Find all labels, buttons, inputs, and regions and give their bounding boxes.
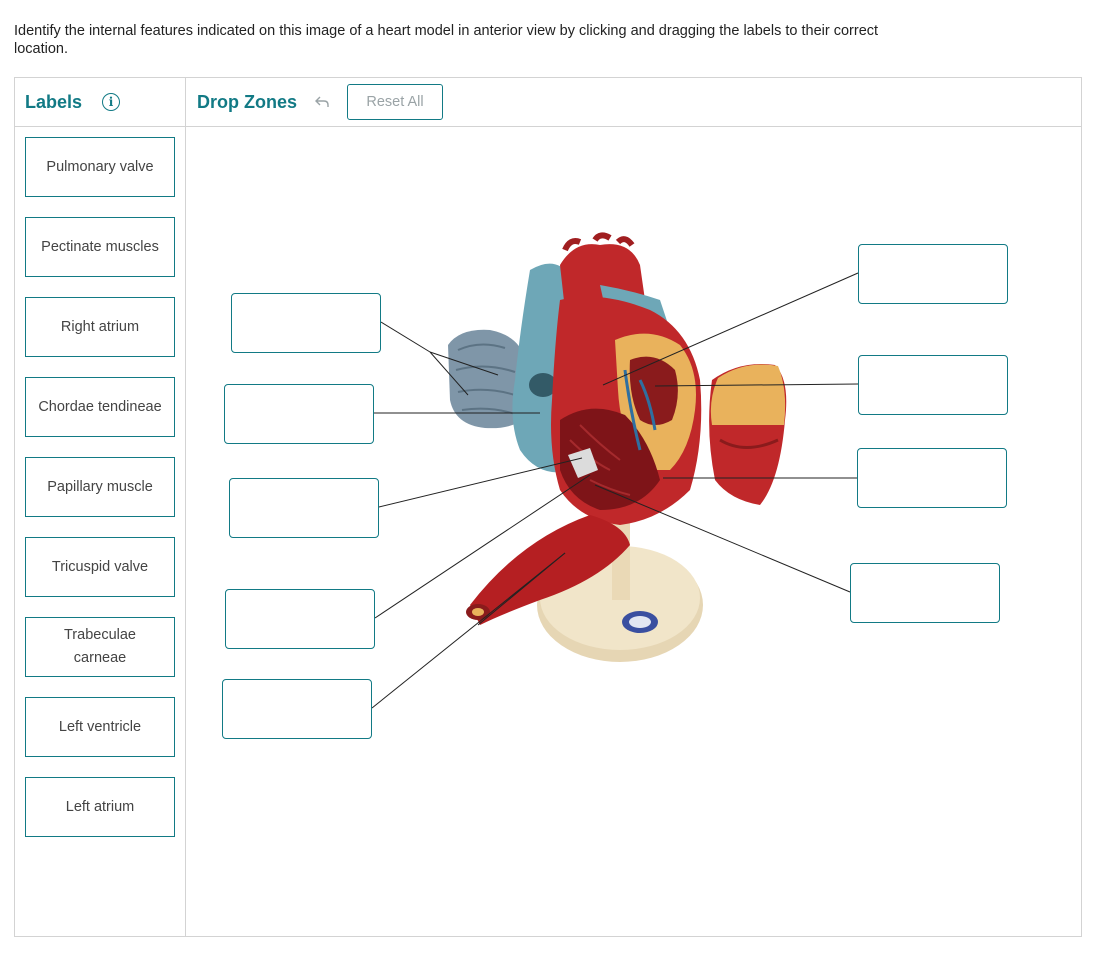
- drop-zone-right-4[interactable]: [850, 563, 1000, 623]
- diagram-stage: [0, 0, 1117, 959]
- drop-zone-left-4[interactable]: [225, 589, 375, 649]
- drop-zone-left-1[interactable]: [231, 293, 381, 353]
- drop-zone-right-2[interactable]: [858, 355, 1008, 415]
- drop-zone-right-3[interactable]: [857, 448, 1007, 508]
- drop-zone-left-2[interactable]: [224, 384, 374, 444]
- drop-zone-left-3[interactable]: [229, 478, 379, 538]
- drop-zone-left-5[interactable]: [222, 679, 372, 739]
- drop-zone-right-1[interactable]: [858, 244, 1008, 304]
